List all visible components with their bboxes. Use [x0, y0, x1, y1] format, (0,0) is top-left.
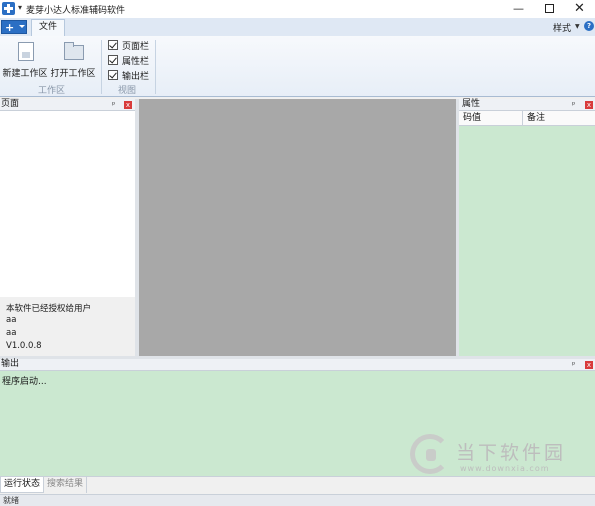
close-icon[interactable]: x — [124, 101, 132, 109]
maximize-icon — [545, 3, 554, 13]
license-text: 本软件已经授权给用户 — [6, 304, 92, 314]
maximize-button[interactable] — [533, 0, 566, 18]
version-text: V1.0.0.8 — [6, 341, 42, 351]
checkbox-checked-icon[interactable] — [108, 70, 118, 80]
column-header-remark[interactable]: 备注 — [523, 111, 595, 126]
close-icon[interactable]: x — [585, 361, 593, 369]
checkbox-label: 属性栏 — [122, 57, 150, 67]
app-menu-icon: + — [5, 21, 15, 34]
window-title: 麦芽小达人标准辅码软件 — [26, 6, 126, 16]
ribbon-panel: 新建工作区 打开工作区 工作区 页面栏 属性栏 输出栏 视图 — [0, 36, 595, 97]
properties-panel-header: 属性 ᵖ x — [459, 99, 595, 111]
help-icon[interactable]: ? — [584, 21, 594, 31]
view-group-label: 视图 — [118, 86, 137, 96]
style-dropdown-icon[interactable]: ▼ — [575, 23, 580, 30]
pin-icon[interactable]: ᵖ — [112, 99, 115, 110]
tab-run-status[interactable]: 运行状态 — [0, 477, 45, 493]
properties-grid[interactable]: 码值 备注 — [459, 111, 595, 356]
tab-file[interactable]: 文件 — [31, 19, 65, 36]
minimize-button[interactable]: — — [502, 0, 535, 18]
group-divider — [101, 40, 102, 94]
watermark-logo-icon — [410, 434, 450, 474]
new-workspace-label: 新建工作区 — [2, 69, 48, 79]
group-divider — [155, 40, 156, 94]
license-company: aa — [6, 328, 17, 338]
close-button[interactable]: ✕ — [563, 0, 595, 18]
checkbox-label: 输出栏 — [122, 72, 150, 82]
watermark-text: 当下软件园 — [456, 442, 567, 464]
checkbox-label: 页面栏 — [122, 42, 150, 52]
app-icon[interactable] — [2, 2, 15, 15]
title-bar: ▾ 麦芽小达人标准辅码软件 — ✕ — [0, 0, 595, 18]
log-line: 程序启动... — [2, 377, 47, 387]
column-header-code-value[interactable]: 码值 — [459, 111, 523, 126]
workspace-group-label: 工作区 — [38, 86, 66, 96]
tab-search-results[interactable]: 搜索结果 — [44, 477, 88, 493]
document-canvas[interactable] — [139, 99, 456, 356]
bottom-tab-bar: 运行状态 搜索结果 — [0, 476, 595, 493]
license-info: 本软件已经授权给用户 aa aa V1.0.0.8 — [0, 297, 135, 356]
watermark-url: www.downxia.com — [460, 464, 550, 473]
pages-panel-title: 页面 — [1, 99, 20, 109]
pages-list[interactable] — [0, 111, 135, 297]
open-workspace-button[interactable]: 打开工作区 — [50, 39, 96, 81]
output-panel-header: 输出 ᵖ x — [0, 359, 595, 371]
application-menu-button[interactable]: + — [1, 20, 27, 34]
checkbox-checked-icon[interactable] — [108, 55, 118, 65]
folder-icon — [64, 42, 84, 60]
new-document-icon — [18, 42, 34, 61]
open-workspace-label: 打开工作区 — [50, 69, 96, 79]
checkbox-checked-icon[interactable] — [108, 40, 118, 50]
close-icon[interactable]: x — [585, 101, 593, 109]
status-bar: 就绪 — [0, 494, 595, 506]
new-workspace-button[interactable]: 新建工作区 — [2, 39, 48, 81]
quick-access-pin-icon[interactable]: ▾ — [18, 3, 22, 12]
pages-panel-header: 页面 ᵖ x — [0, 99, 135, 111]
chevron-down-icon — [19, 25, 25, 28]
ribbon-tab-row: + 文件 样式 ▼ ? — [0, 18, 595, 36]
pin-icon[interactable]: ᵖ — [572, 359, 575, 370]
style-menu[interactable]: 样式 — [553, 21, 571, 34]
pin-icon[interactable]: ᵖ — [572, 99, 575, 110]
output-panel-title: 输出 — [1, 359, 20, 369]
license-user: aa — [6, 315, 17, 325]
properties-panel-title: 属性 — [462, 99, 481, 109]
